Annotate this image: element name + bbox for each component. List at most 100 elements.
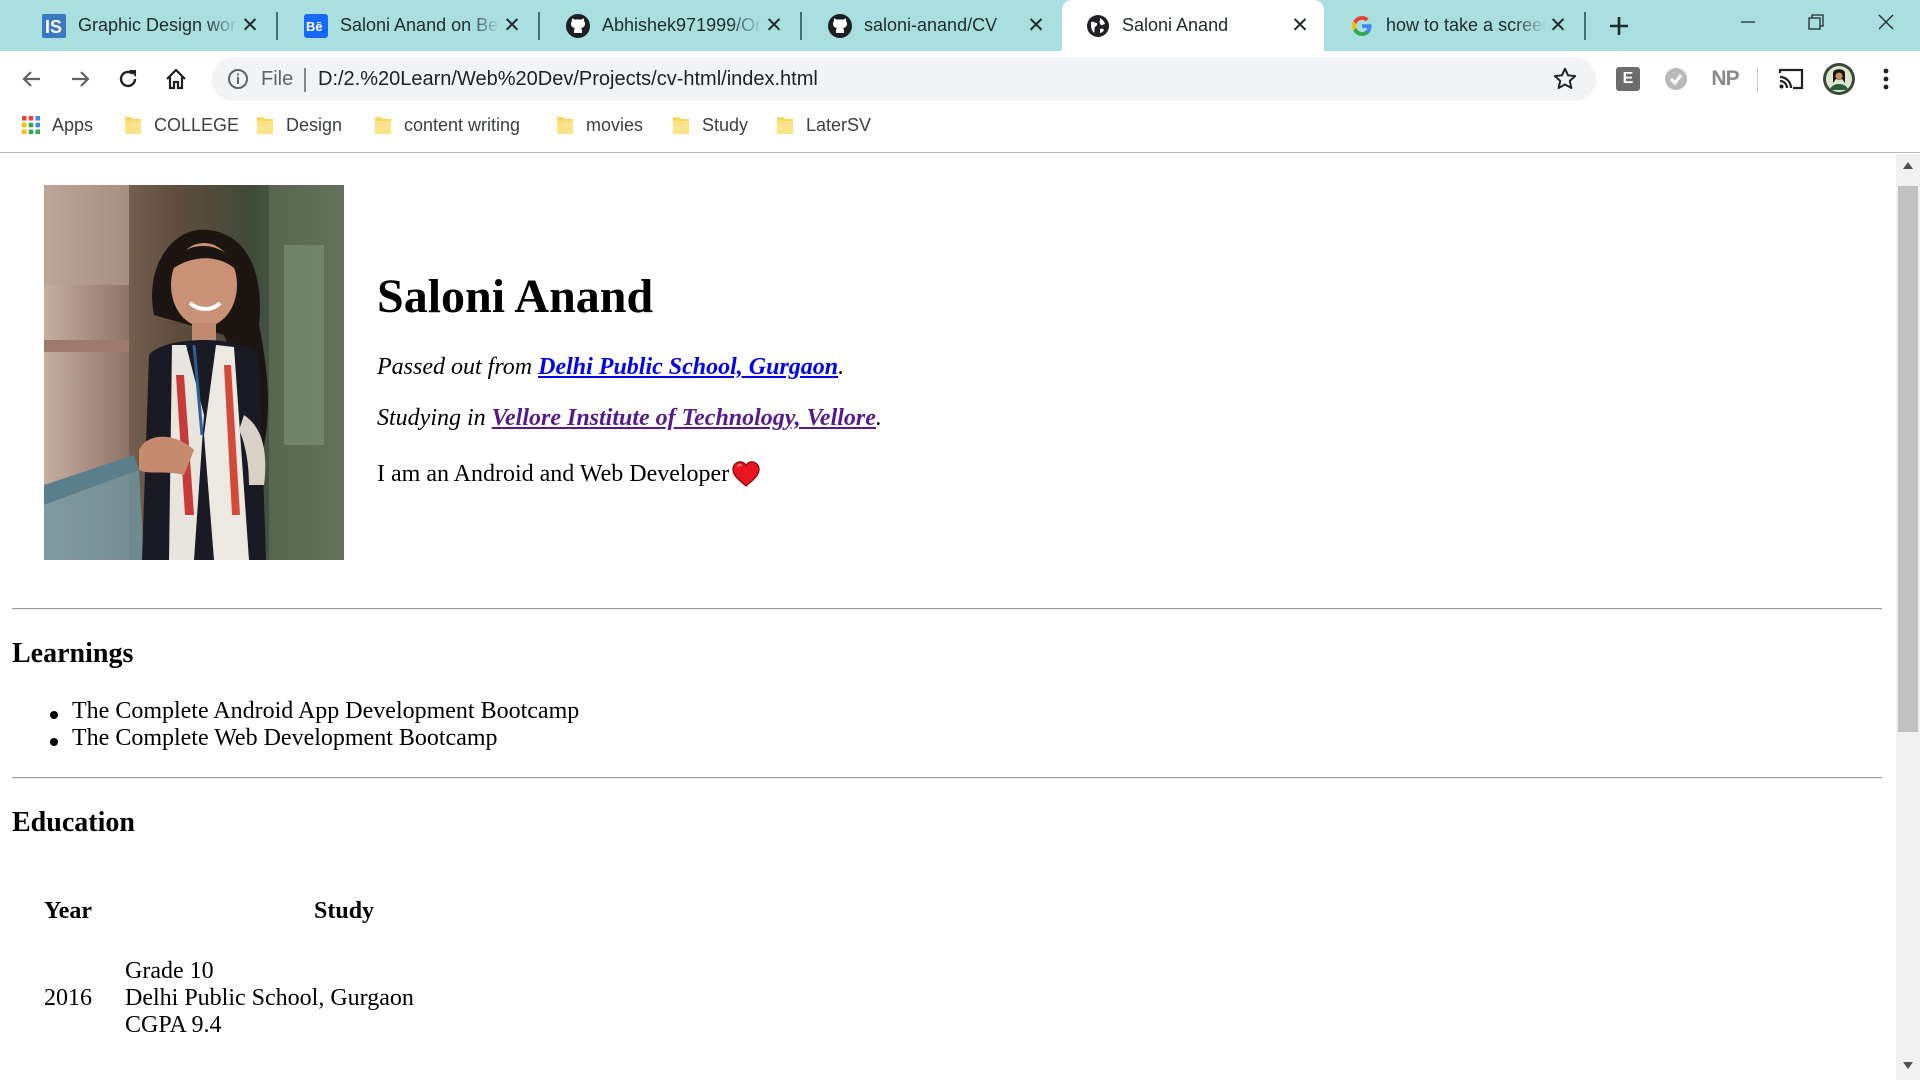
tab-google-search[interactable]: how to take a screenshot ✕ — [1326, 0, 1582, 51]
github-icon — [566, 13, 590, 38]
tab-graphic-design[interactable]: IS Graphic Design work ✕ — [18, 0, 274, 51]
extension-grammar-button[interactable] — [1662, 64, 1690, 94]
bookmark-folder-college[interactable]: COLLEGE — [124, 107, 239, 143]
folder-icon — [375, 117, 391, 134]
education-heading: Education — [12, 807, 135, 838]
tab-title: Abhishek971999/Om — [602, 15, 762, 35]
close-tab-icon[interactable]: ✕ — [238, 14, 262, 38]
cast-button[interactable] — [1776, 64, 1806, 94]
address-bar[interactable]: File D:/2.%20Learn/Web%20Dev/Projects/cv… — [212, 57, 1596, 101]
page-viewport: Saloni Anand Passed out from Delhi Publi… — [0, 154, 1896, 1080]
table-cell-year: 2016 — [44, 985, 92, 1011]
close-tab-icon[interactable]: ✕ — [1546, 14, 1570, 38]
profile-name: Saloni Anand — [377, 270, 654, 323]
svg-text:Bē: Bē — [306, 19, 323, 34]
folder-icon — [257, 117, 273, 134]
tab-title: Saloni Anand — [1122, 15, 1229, 35]
bookmark-folder-content-writing[interactable]: content writing — [374, 107, 520, 143]
bookmark-label: LaterSV — [806, 114, 872, 135]
school-link[interactable]: Delhi Public School, Gurgaon — [538, 354, 838, 380]
info-icon[interactable] — [226, 67, 250, 91]
tab-github-cv[interactable]: saloni-anand/CV ✕ — [804, 0, 1060, 51]
table-cell-study-line: CGPA 9.4 — [125, 1012, 222, 1038]
scroll-up-arrow-icon[interactable] — [1903, 162, 1913, 169]
table-cell-study-line: Delhi Public School, Gurgaon — [125, 985, 414, 1011]
bookmark-label: Study — [702, 114, 749, 135]
list-bullet — [50, 738, 58, 746]
reload-button[interactable] — [110, 61, 146, 97]
close-tab-icon[interactable]: ✕ — [762, 14, 786, 38]
folder-icon — [125, 117, 141, 134]
scrollbar-thumb[interactable] — [1898, 186, 1918, 732]
learnings-heading: Learnings — [12, 638, 134, 669]
url-divider — [304, 68, 306, 92]
apps-grid-icon — [22, 116, 40, 134]
menu-button[interactable] — [1876, 64, 1896, 94]
folder-icon — [777, 117, 793, 134]
bookmark-label: COLLEGE — [154, 114, 240, 135]
issuu-icon: IS — [42, 13, 66, 38]
google-icon — [1350, 14, 1374, 38]
circle-check-icon — [1665, 68, 1687, 90]
college-suffix: . — [875, 405, 882, 431]
arrow-right-icon — [72, 71, 90, 87]
close-tab-icon[interactable]: ✕ — [1024, 14, 1048, 38]
url-text[interactable]: D:/2.%20Learn/Web%20Dev/Projects/cv-html… — [318, 68, 818, 91]
back-button[interactable] — [14, 61, 50, 97]
extension-np-button[interactable]: NP — [1710, 64, 1740, 94]
home-button[interactable] — [158, 61, 194, 97]
tab-title: saloni-anand/CV — [864, 15, 998, 35]
extension-e-button[interactable]: E — [1615, 64, 1641, 94]
folder-icon — [557, 117, 573, 134]
profile-button[interactable] — [1823, 63, 1855, 95]
table-header-year: Year — [44, 898, 92, 924]
bookmark-apps[interactable]: Apps — [22, 107, 93, 143]
reload-icon — [119, 70, 137, 88]
tab-behance[interactable]: Bē Saloni Anand on Behance ✕ — [280, 0, 536, 51]
bookmark-label: Apps — [52, 114, 94, 135]
table-header-study: Study — [314, 898, 375, 924]
forward-button[interactable] — [62, 61, 98, 97]
minimize-button[interactable] — [1718, 0, 1778, 44]
profile-photo — [44, 185, 344, 560]
toolbar-divider — [1757, 68, 1758, 92]
list-item: The Complete Android App Development Boo… — [72, 698, 580, 724]
tab-title: Graphic Design work — [78, 15, 238, 35]
close-window-button[interactable] — [1856, 0, 1916, 44]
tab-title: Saloni Anand on Behance — [340, 15, 500, 35]
vertical-scrollbar[interactable] — [1896, 154, 1920, 1080]
tab-saloni-anand[interactable]: Saloni Anand ✕ — [1062, 0, 1324, 51]
close-tab-icon[interactable]: ✕ — [500, 14, 524, 38]
github-icon — [828, 13, 852, 38]
globe-icon — [1086, 14, 1110, 38]
college-link[interactable]: Vellore Institute of Technology, Vellore — [492, 405, 876, 431]
tab-divider — [1584, 12, 1586, 40]
tab-strip: IS Graphic Design work ✕ Bē Saloni Anand… — [0, 0, 1920, 51]
star-icon[interactable] — [1552, 66, 1578, 92]
bookmark-label: movies — [586, 114, 644, 135]
browser-toolbar: File D:/2.%20Learn/Web%20Dev/Projects/cv… — [0, 51, 1920, 107]
list-bullet — [50, 711, 58, 719]
cast-icon — [1778, 68, 1804, 90]
bookmark-folder-design[interactable]: Design — [256, 107, 342, 143]
school-prefix: Passed out from — [377, 354, 539, 380]
tab-divider — [800, 12, 802, 40]
restore-button[interactable] — [1786, 0, 1846, 44]
scroll-down-arrow-icon[interactable] — [1903, 1062, 1913, 1069]
bookmark-label: Design — [286, 114, 343, 135]
school-suffix: . — [838, 354, 845, 380]
bookmark-folder-study[interactable]: Study — [672, 107, 748, 143]
behance-icon: Bē — [304, 13, 328, 38]
bookmark-folder-latersv[interactable]: LaterSV — [776, 107, 871, 143]
url-scheme-label: File — [261, 68, 294, 90]
bookmark-folder-movies[interactable]: movies — [556, 107, 643, 143]
tab-github-om[interactable]: Abhishek971999/Om ✕ — [542, 0, 798, 51]
tab-divider — [538, 12, 540, 40]
tab-divider — [276, 12, 278, 40]
avatar — [1823, 63, 1855, 95]
close-tab-icon[interactable]: ✕ — [1288, 14, 1312, 38]
svg-text:IS: IS — [45, 17, 62, 37]
developer-line: I am an Android and Web Developer — [377, 460, 761, 488]
new-tab-button[interactable] — [1602, 9, 1636, 43]
section-divider — [12, 777, 1882, 779]
